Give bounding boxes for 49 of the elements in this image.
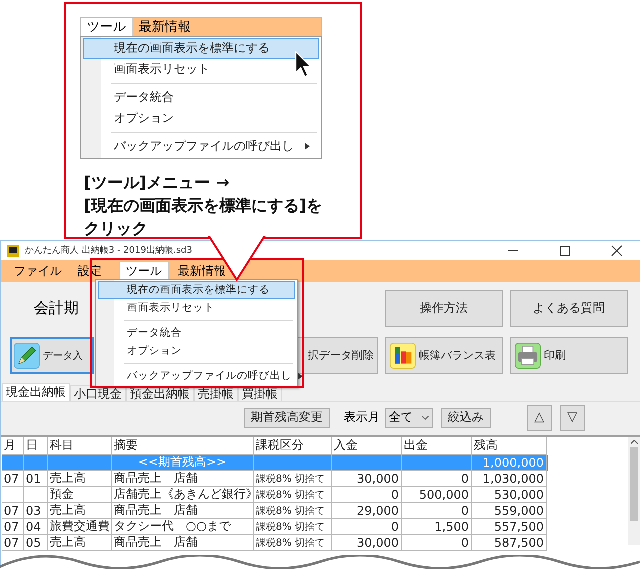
pencil-icon — [14, 342, 40, 368]
menu-item[interactable]: 現在の画面表示を標準にする — [83, 38, 319, 59]
table-cell: 05 — [24, 535, 48, 551]
toolbar-button[interactable]: よくある質問 — [510, 290, 628, 327]
chevron-down-icon — [422, 416, 429, 420]
instruction-text: [現在の画面表示を標準にする]を — [84, 195, 323, 217]
menu-item[interactable]: 現在の画面表示を標準にする — [98, 281, 295, 299]
table-cell: 0 — [402, 535, 472, 551]
table-row[interactable]: 07 03 売上高 商品売上 店舗 課税8% 切捨て 29,000 0 559,000 — [2, 503, 548, 519]
toolbar-button[interactable]: 操作方法 — [385, 290, 503, 327]
bar-chart-icon — [390, 342, 416, 368]
opening-balance-button[interactable]: 期首残高変更 — [244, 408, 330, 428]
menu-item[interactable]: データ統合 — [83, 87, 319, 108]
table-cell: 売上高 — [48, 535, 112, 551]
scroll-up-icon[interactable] — [630, 440, 638, 444]
table-cell: 587,500 — [472, 535, 547, 551]
table-row[interactable]: 07 01 売上高 商品売上 店舗 課税8% 切捨て 30,000 0 1,030,000 — [2, 471, 548, 487]
move-down-button[interactable]: ▽ — [560, 404, 585, 430]
menu-item[interactable]: 画面表示リセット — [98, 299, 295, 317]
toolbar-button[interactable]: データ入 — [10, 337, 94, 374]
menu-bar-item[interactable]: 最新情報 — [133, 18, 197, 36]
scrollbar-thumb[interactable] — [630, 447, 638, 521]
table-row[interactable]: 07 05 売上高 商品売上 店舗 課税8% 切捨て 30,000 0 587,500 — [2, 535, 548, 551]
move-up-button[interactable]: △ — [527, 404, 552, 430]
table-cell: 課税8% 切捨て — [254, 535, 332, 551]
month-label: 表示月 — [344, 409, 380, 426]
app-icon — [7, 244, 19, 256]
tab[interactable]: 現金出納帳 — [2, 383, 70, 401]
filter-button[interactable]: 絞込み — [441, 408, 491, 428]
menu-bar-item[interactable]: ツール — [119, 261, 169, 281]
toolbar-button[interactable]: 帳簿バランス表 — [385, 337, 503, 374]
window-title: かんたん商人 出納帳3 - 2019出納帳.sd3 — [25, 244, 194, 257]
table-cell: 30,000 — [332, 535, 402, 551]
table-cell: 07 — [2, 535, 24, 551]
menu-item[interactable]: バックアップファイルの呼び出し — [83, 136, 319, 157]
menu-bar-item[interactable]: ファイル — [7, 261, 69, 281]
menu-bar-item[interactable]: ツール — [81, 18, 133, 36]
instruction-text: [ツール]メニュー → — [84, 172, 230, 194]
scrollbar[interactable] — [628, 437, 640, 545]
printer-icon — [515, 342, 541, 368]
instruction-text: クリック — [84, 218, 148, 240]
menu-item[interactable]: 画面表示リセット — [83, 59, 319, 80]
table-cell: 商品売上 店舗 — [112, 535, 254, 551]
table-row[interactable]: 預金 店舗売上《あきんど銀行》課税8% 切捨て 0 500,000 530,000 — [2, 487, 548, 503]
toolbar-button[interactable]: 印刷 — [510, 337, 628, 374]
menu-item[interactable]: オプション — [83, 108, 319, 129]
month-select[interactable]: 全て — [385, 408, 433, 428]
period-label: 会計期 — [34, 299, 79, 318]
table-row[interactable]: 07 04 旅費交通費 タクシー代 ○○まで 課税8% 切捨て 0 1,500 557,500 — [2, 519, 548, 535]
